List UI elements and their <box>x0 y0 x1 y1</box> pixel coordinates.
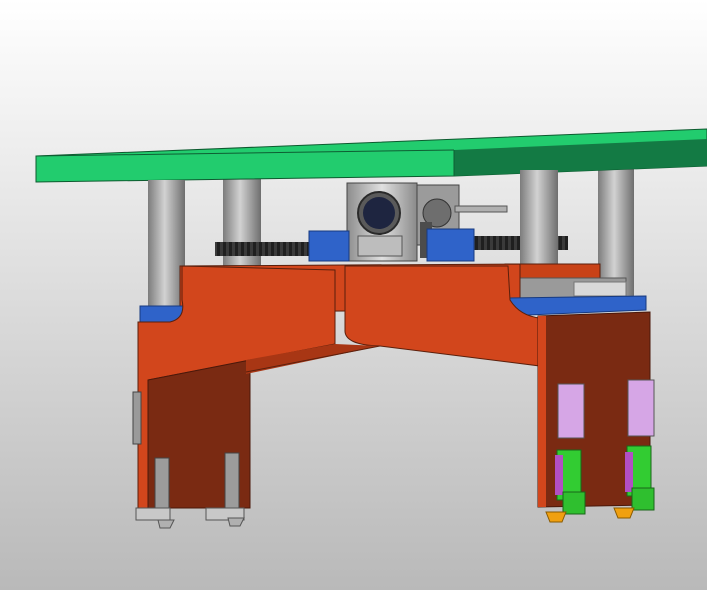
cad-model-render <box>0 0 707 590</box>
cad-viewport[interactable] <box>0 0 707 590</box>
